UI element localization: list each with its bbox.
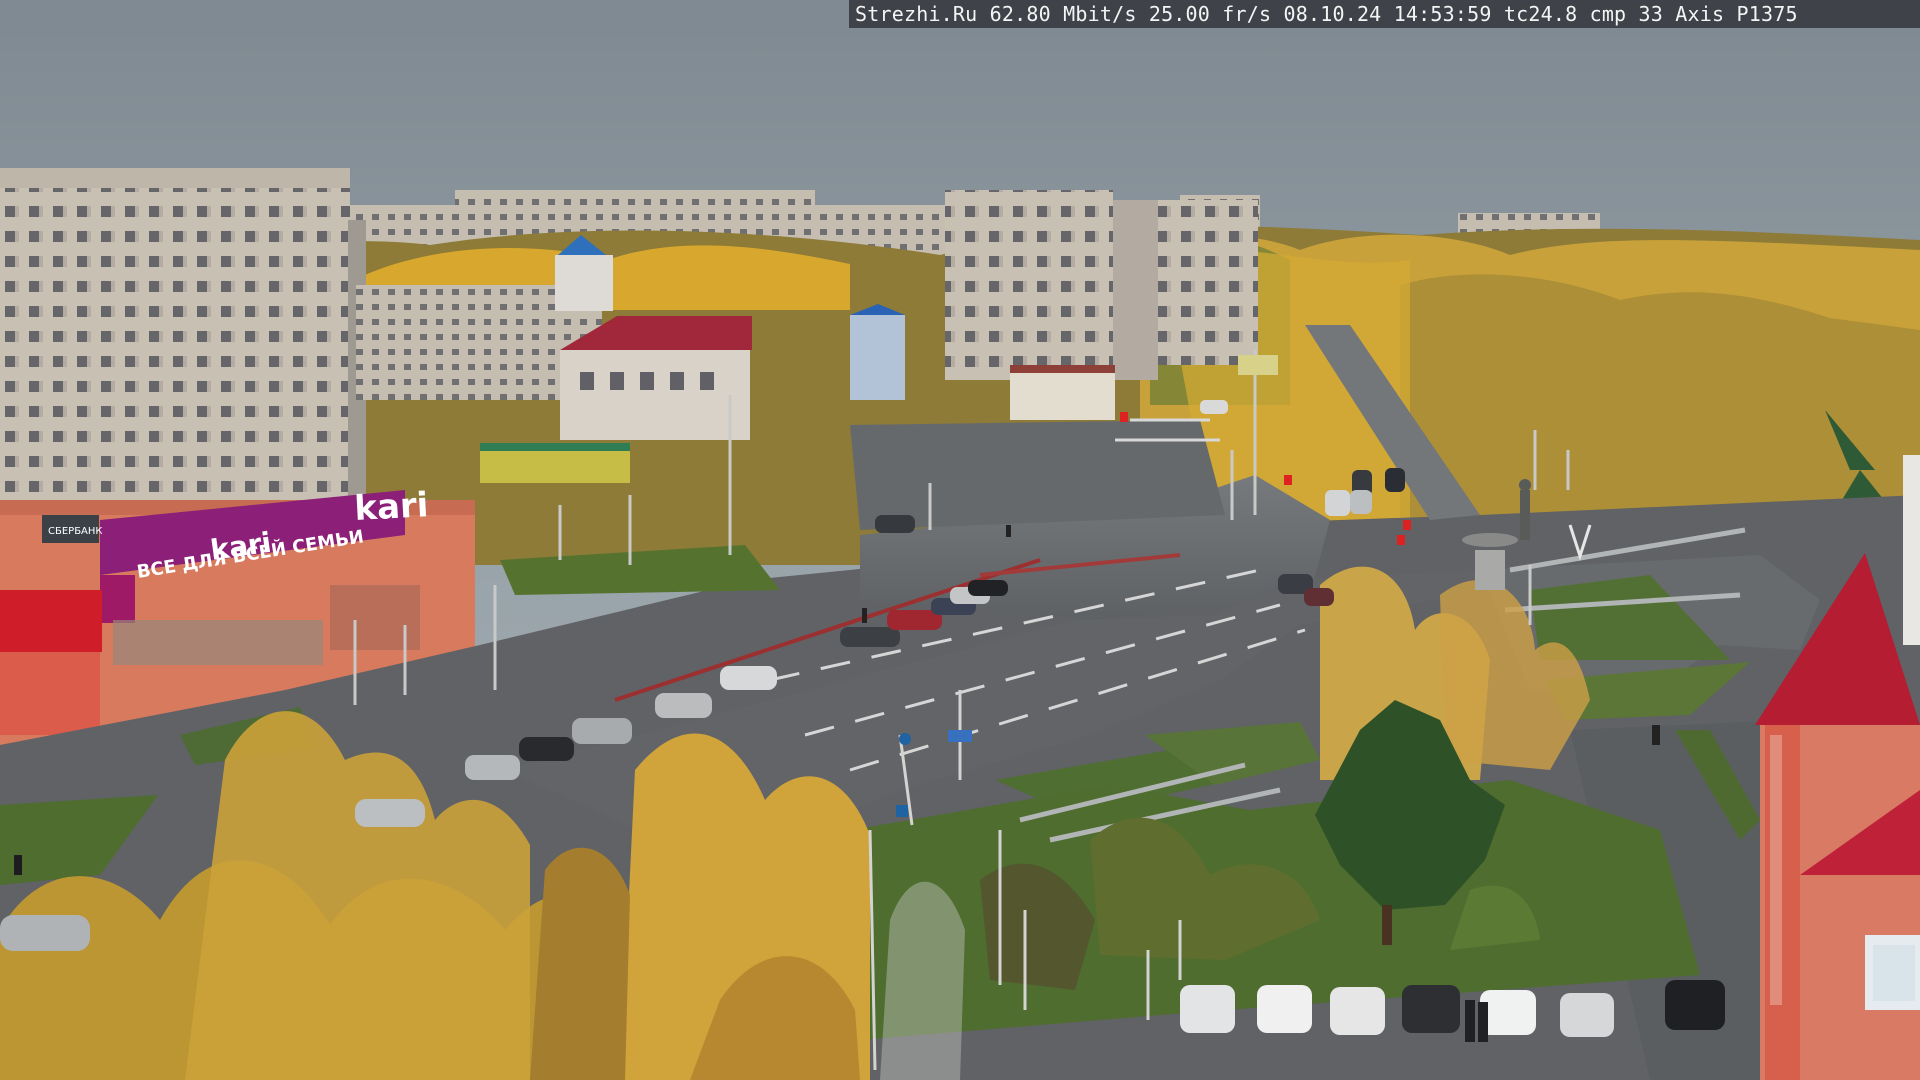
- webcam-view: kari ВСЕ ДЛЯ ВСЕЙ СЕМЬИ kari СБЕРБАНК St…: [0, 0, 1920, 1080]
- overlay-camera-model: Axis P1375: [1675, 2, 1798, 26]
- overlay-tc: tc24.8: [1503, 2, 1578, 26]
- bank-sign: СБЕРБАНК: [48, 526, 103, 537]
- overlay-site: Strezhi.Ru: [855, 2, 978, 26]
- camera-info-overlay: Strezhi.Ru 62.80 Mbit/s 25.00 fr/s 08.10…: [849, 0, 1920, 28]
- overlay-compression: cmp 33: [1589, 2, 1664, 26]
- city-street-scene: kari ВСЕ ДЛЯ ВСЕЙ СЕМЬИ kari СБЕРБАНК: [0, 0, 1920, 1080]
- kari-store-sign: kari: [353, 485, 429, 529]
- overlay-frame-rate: 25.00 fr/s: [1148, 2, 1272, 26]
- overlay-date: 08.10.24: [1283, 2, 1382, 26]
- overlay-time: 14:53:59: [1393, 2, 1492, 26]
- overlay-bitrate: 62.80 Mbit/s: [989, 2, 1137, 26]
